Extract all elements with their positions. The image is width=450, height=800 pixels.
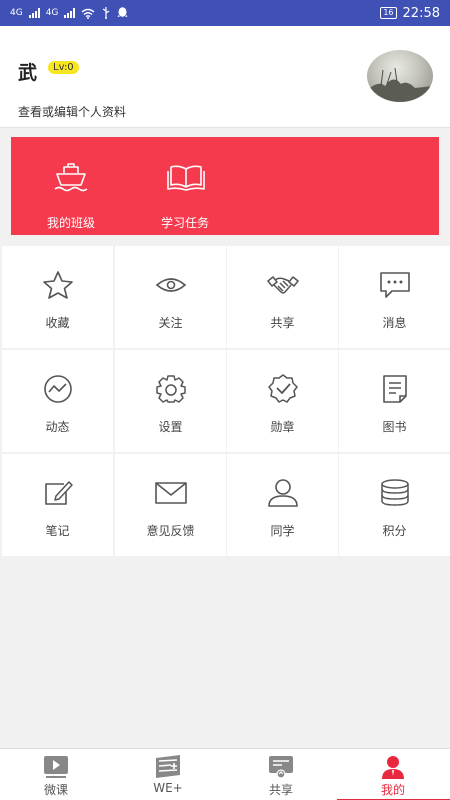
battery-icon: 16 xyxy=(380,7,397,19)
grid-item-notes[interactable]: 笔记 xyxy=(2,454,113,556)
banner-label: 我的班级 xyxy=(46,216,95,230)
grid-item-label: 勋章 xyxy=(270,420,295,434)
handshake-icon xyxy=(267,276,299,294)
ship-icon xyxy=(54,163,88,192)
star-icon xyxy=(43,271,73,299)
status-right: 16 22:58 xyxy=(380,6,440,21)
user-name: 武 xyxy=(18,62,38,84)
feature-grid: 收藏 关注 共享 消息 动态 设置 勋章 图书 笔记 意见反馈 同学 积分 xyxy=(0,244,450,556)
tab-label: 共享 xyxy=(268,783,293,797)
tab-micro-course[interactable]: 微课 xyxy=(0,749,112,800)
grid-item-favorites[interactable]: 收藏 xyxy=(2,246,113,348)
edit-icon xyxy=(45,481,73,505)
coins-icon xyxy=(381,479,409,506)
grid-item-feedback[interactable]: 意见反馈 xyxy=(115,454,226,556)
study-task-button[interactable]: 学习任务 xyxy=(133,137,237,235)
tab-we-plus[interactable]: WE+ xyxy=(112,749,224,800)
grid-item-classmates[interactable]: 同学 xyxy=(227,454,338,556)
eye-icon xyxy=(155,278,187,292)
avatar[interactable] xyxy=(367,50,433,102)
grid-item-share[interactable]: 共享 xyxy=(227,246,338,348)
book-icon xyxy=(167,165,205,191)
profile-header[interactable]: 武 Lv:0 查看或编辑个人资料 xyxy=(0,26,450,128)
tab-label: 微课 xyxy=(43,783,68,797)
network-label-1: 4G xyxy=(10,8,23,18)
grid-item-label: 共享 xyxy=(270,316,295,330)
grid-item-label: 消息 xyxy=(382,316,407,330)
banner-label: 学习任务 xyxy=(160,216,209,230)
grid-item-points[interactable]: 积分 xyxy=(339,454,450,556)
message-icon xyxy=(380,272,410,298)
tab-label: 我的 xyxy=(380,783,405,797)
level-badge: Lv:0 xyxy=(48,61,79,74)
bottom-tab-bar: 微课 WE+ 共享 我的 xyxy=(0,748,450,800)
mail-icon xyxy=(155,482,187,504)
edit-profile-link[interactable]: 查看或编辑个人资料 xyxy=(18,103,126,120)
grid-item-badges[interactable]: 勋章 xyxy=(227,350,338,452)
network-label-2: 4G xyxy=(45,8,59,18)
status-bar: 4G 4G 16 22:58 xyxy=(0,0,450,26)
signal-icon xyxy=(28,8,40,18)
grid-item-label: 意见反馈 xyxy=(146,524,195,538)
grid-item-label: 同学 xyxy=(270,524,295,538)
usb-icon xyxy=(103,7,110,19)
grid-item-books[interactable]: 图书 xyxy=(339,350,450,452)
grid-item-follow[interactable]: 关注 xyxy=(115,246,226,348)
video-icon xyxy=(44,756,68,778)
tab-mine[interactable]: 我的 xyxy=(337,749,450,800)
grid-item-activity[interactable]: 动态 xyxy=(2,350,113,452)
my-class-button[interactable]: 我的班级 xyxy=(19,137,123,235)
activity-icon xyxy=(44,375,72,403)
grid-item-messages[interactable]: 消息 xyxy=(339,246,450,348)
person-icon xyxy=(268,479,298,507)
user-icon xyxy=(382,756,404,779)
wifi-icon xyxy=(81,8,95,19)
grid-item-settings[interactable]: 设置 xyxy=(115,350,226,452)
grid-item-label: 笔记 xyxy=(45,524,70,538)
document-icon xyxy=(383,375,407,403)
grid-item-label: 收藏 xyxy=(45,316,70,330)
featured-banner: 我的班级 学习任务 xyxy=(11,137,439,235)
gear-icon xyxy=(156,375,186,403)
signal-icon xyxy=(64,8,76,18)
grid-item-label: 图书 xyxy=(382,420,407,434)
tab-share[interactable]: 共享 xyxy=(225,749,337,800)
grid-item-label: 关注 xyxy=(158,316,183,330)
share-box-icon xyxy=(269,756,293,779)
grid-item-label: 动态 xyxy=(45,420,70,434)
grid-item-label: 积分 xyxy=(382,524,407,538)
tab-label: WE+ xyxy=(153,781,183,795)
clock: 22:58 xyxy=(402,5,440,21)
qq-icon xyxy=(117,7,128,17)
grid-item-label: 设置 xyxy=(158,420,183,434)
we-plus-icon xyxy=(156,755,180,778)
status-left: 4G 4G xyxy=(10,7,128,19)
badge-icon xyxy=(268,374,298,403)
